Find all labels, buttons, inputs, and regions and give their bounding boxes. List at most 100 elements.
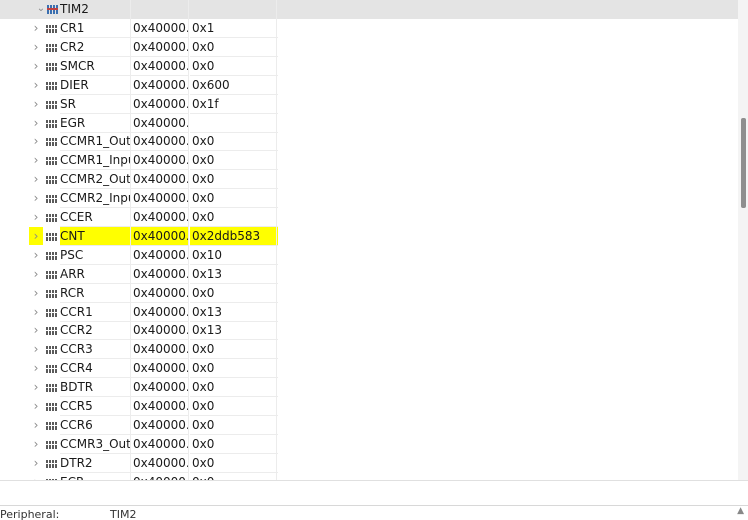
- chevron-right-icon[interactable]: ›: [29, 151, 43, 169]
- register-value[interactable]: 0x0: [190, 454, 278, 473]
- register-value[interactable]: [190, 114, 278, 133]
- register-value[interactable]: 0x600: [190, 76, 278, 95]
- chevron-right-icon[interactable]: ›: [29, 397, 43, 415]
- register-value[interactable]: 0x0: [190, 284, 278, 303]
- register-row[interactable]: › CR10x40000...0x1: [0, 19, 738, 38]
- scrollbar-thumb[interactable]: [741, 118, 746, 208]
- register-value[interactable]: 0x0: [190, 416, 278, 435]
- register-row[interactable]: › PSC0x40000...0x10: [0, 246, 738, 265]
- register-name: CCR6: [60, 416, 130, 435]
- chevron-right-icon[interactable]: ›: [29, 226, 43, 245]
- register-row[interactable]: › SR0x40000...0x1f: [0, 95, 738, 114]
- chevron-right-icon[interactable]: ›: [29, 76, 43, 94]
- register-value[interactable]: 0x0: [190, 473, 278, 480]
- register-value[interactable]: 0x0: [190, 132, 278, 152]
- register-row[interactable]: › CCR50x40000...0x0: [0, 397, 738, 416]
- chevron-right-icon[interactable]: ›: [29, 208, 43, 226]
- register-row[interactable]: › CCMR1_Outp0x40000...0x0: [0, 132, 738, 152]
- chevron-right-icon[interactable]: ›: [29, 340, 43, 358]
- peripheral-group-icon: [47, 5, 59, 14]
- register-name: CNT: [60, 226, 130, 246]
- register-name: CCER: [60, 208, 130, 227]
- register-value[interactable]: 0x0: [190, 340, 278, 360]
- chevron-right-icon[interactable]: ›: [29, 114, 43, 132]
- register-row[interactable]: › EGR0x40000...: [0, 114, 738, 133]
- register-value[interactable]: 0x0: [190, 435, 278, 454]
- register-name: CCMR1_Inpu: [60, 151, 130, 171]
- chevron-right-icon[interactable]: ›: [29, 416, 43, 434]
- chevron-right-icon[interactable]: ›: [29, 303, 43, 321]
- register-value[interactable]: 0x0: [190, 170, 278, 190]
- register-value[interactable]: 0x0: [190, 359, 278, 379]
- register-row[interactable]: › CR20x40000...0x0: [0, 38, 738, 57]
- register-icon: [46, 289, 58, 298]
- register-icon: [46, 43, 58, 52]
- chevron-right-icon[interactable]: ›: [29, 378, 43, 396]
- vertical-scrollbar[interactable]: [738, 0, 748, 480]
- register-value[interactable]: 0x2ddb583: [190, 226, 278, 246]
- register-address: 0x40000...: [131, 208, 189, 227]
- chevron-right-icon[interactable]: ›: [29, 132, 43, 150]
- register-value[interactable]: 0x0: [190, 151, 278, 171]
- chevron-right-icon[interactable]: ›: [29, 284, 43, 302]
- register-row[interactable]: › SMCR0x40000...0x0: [0, 57, 738, 76]
- register-row[interactable]: › CCMR2_Inpu0x40000...0x0: [0, 189, 738, 209]
- register-row[interactable]: › RCR0x40000...0x0: [0, 284, 738, 303]
- register-value[interactable]: 0x13: [190, 321, 278, 341]
- chevron-right-icon[interactable]: ›: [29, 170, 43, 188]
- group-row-tim2[interactable]: ⌄ TIM2: [0, 0, 738, 19]
- register-row[interactable]: › CCER0x40000...0x0: [0, 208, 738, 227]
- register-row[interactable]: › CCR40x40000...0x0: [0, 359, 738, 379]
- register-address: 0x40000...: [131, 416, 189, 435]
- chevron-right-icon[interactable]: ›: [29, 359, 43, 377]
- register-row[interactable]: › CCR60x40000...0x0: [0, 416, 738, 435]
- register-row[interactable]: › DTR20x40000...0x0: [0, 454, 738, 473]
- register-name: BDTR: [60, 378, 130, 398]
- register-row[interactable]: › CCMR1_Inpu0x40000...0x0: [0, 151, 738, 171]
- chevron-right-icon[interactable]: ›: [29, 454, 43, 472]
- register-address: 0x40000...: [131, 454, 189, 473]
- register-value[interactable]: 0x0: [190, 38, 278, 57]
- register-value[interactable]: 0x13: [190, 303, 278, 322]
- register-name: CCMR1_Outp: [60, 132, 130, 152]
- register-row[interactable]: › BDTR0x40000...0x0: [0, 378, 738, 398]
- chevron-right-icon[interactable]: ›: [29, 95, 43, 113]
- register-value[interactable]: 0x13: [190, 265, 278, 284]
- chevron-right-icon[interactable]: ›: [29, 189, 43, 207]
- register-row[interactable]: › CCR20x40000...0x13: [0, 321, 738, 341]
- register-value[interactable]: 0x0: [190, 397, 278, 416]
- register-tree[interactable]: ⌄ TIM2 ›CR10x40000...0x1›CR20x40000...0x…: [0, 0, 738, 480]
- chevron-up-icon[interactable]: ▲: [737, 506, 744, 516]
- register-value[interactable]: 0x0: [190, 378, 278, 398]
- chevron-right-icon[interactable]: ›: [29, 57, 43, 75]
- register-value[interactable]: 0x0: [190, 208, 278, 227]
- chevron-right-icon[interactable]: ›: [29, 435, 43, 453]
- register-row[interactable]: › CCMR3_Outp0x40000...0x0: [0, 435, 738, 454]
- register-value[interactable]: 0x1f: [190, 95, 278, 114]
- register-icon: [46, 365, 58, 374]
- chevron-right-icon[interactable]: ›: [29, 19, 43, 37]
- register-row[interactable]: › CCMR2_Outp0x40000...0x0: [0, 170, 738, 190]
- register-address: 0x40000...: [131, 189, 189, 209]
- register-row[interactable]: › ARR0x40000...0x13: [0, 265, 738, 284]
- register-value[interactable]: 0x1: [190, 19, 278, 38]
- register-row[interactable]: › CCR10x40000...0x13: [0, 303, 738, 322]
- register-value[interactable]: 0x0: [190, 189, 278, 209]
- register-row[interactable]: › DIER0x40000...0x600: [0, 76, 738, 95]
- chevron-right-icon[interactable]: ›: [29, 321, 43, 339]
- register-row[interactable]: › ECR0x40000...0x0: [0, 473, 738, 480]
- properties-panel: Peripheral: TIM2 ▲: [0, 505, 748, 520]
- register-icon: [46, 346, 58, 355]
- panel-divider[interactable]: [0, 480, 748, 481]
- chevron-right-icon[interactable]: ›: [29, 246, 43, 264]
- chevron-right-icon[interactable]: ›: [29, 38, 43, 56]
- register-value[interactable]: 0x10: [190, 246, 278, 265]
- register-row[interactable]: › CCR30x40000...0x0: [0, 340, 738, 360]
- chevron-down-icon[interactable]: ⌄: [34, 0, 48, 18]
- register-name: CCR3: [60, 340, 130, 360]
- chevron-right-icon[interactable]: ›: [29, 473, 43, 480]
- chevron-right-icon[interactable]: ›: [29, 265, 43, 283]
- register-value[interactable]: 0x0: [190, 57, 278, 76]
- register-address: 0x40000...: [131, 303, 189, 322]
- register-row[interactable]: › CNT0x40000...0x2ddb583: [0, 226, 738, 246]
